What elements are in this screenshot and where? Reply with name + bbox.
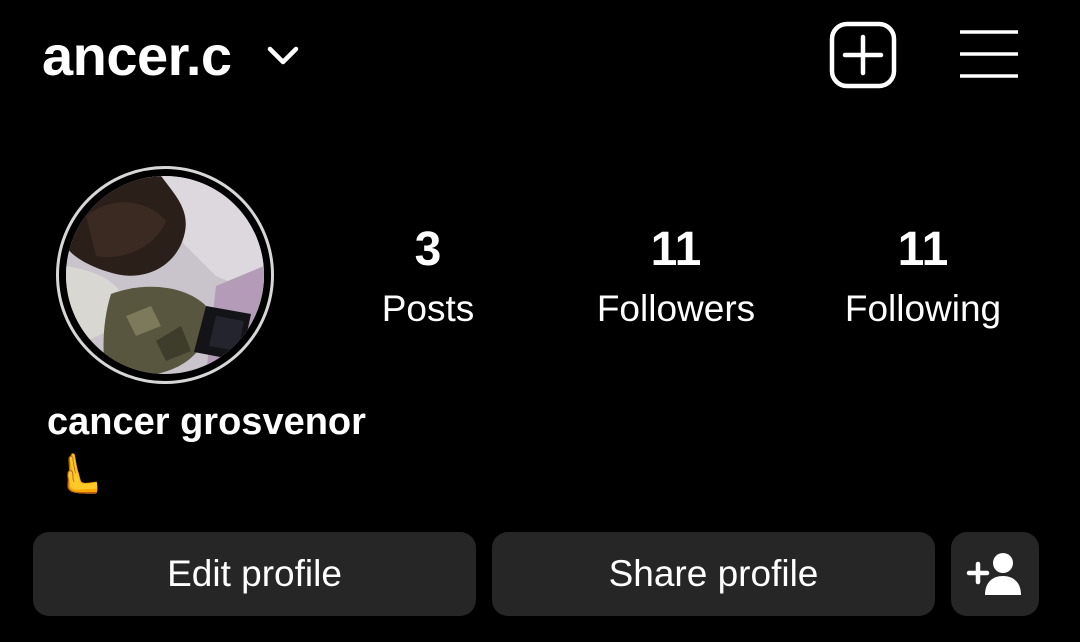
plus-square-icon[interactable] — [829, 21, 897, 89]
top-bar: ancer.c — [0, 0, 1080, 120]
edit-profile-label: Edit profile — [167, 553, 342, 594]
followers-count: 11 — [650, 223, 702, 276]
username[interactable]: ancer.c — [42, 22, 232, 90]
profile-bio: 🫷 — [54, 452, 104, 496]
share-profile-label: Share profile — [608, 553, 819, 594]
account-switcher[interactable]: ancer.c — [42, 22, 300, 90]
avatar[interactable] — [56, 166, 274, 384]
followers-label: Followers — [596, 288, 756, 329]
following-label: Following — [844, 288, 1002, 329]
edit-profile-button[interactable]: Edit profile — [33, 532, 476, 616]
following-count: 11 — [897, 223, 949, 276]
hamburger-menu-icon[interactable] — [958, 28, 1020, 80]
posts-label: Posts — [381, 288, 475, 329]
followers-stat[interactable]: 11 Followers — [566, 222, 786, 332]
discover-people-button[interactable] — [951, 532, 1039, 616]
posts-stat[interactable]: 3 Posts — [318, 222, 538, 332]
share-profile-button[interactable]: Share profile — [492, 532, 935, 616]
posts-count: 3 — [414, 223, 442, 276]
chevron-down-icon[interactable] — [266, 44, 300, 68]
profile-full-name: cancer grosvenor — [47, 401, 366, 443]
profile-photo — [66, 176, 264, 374]
add-person-icon — [966, 553, 1021, 595]
following-stat[interactable]: 11 Following — [813, 222, 1033, 332]
